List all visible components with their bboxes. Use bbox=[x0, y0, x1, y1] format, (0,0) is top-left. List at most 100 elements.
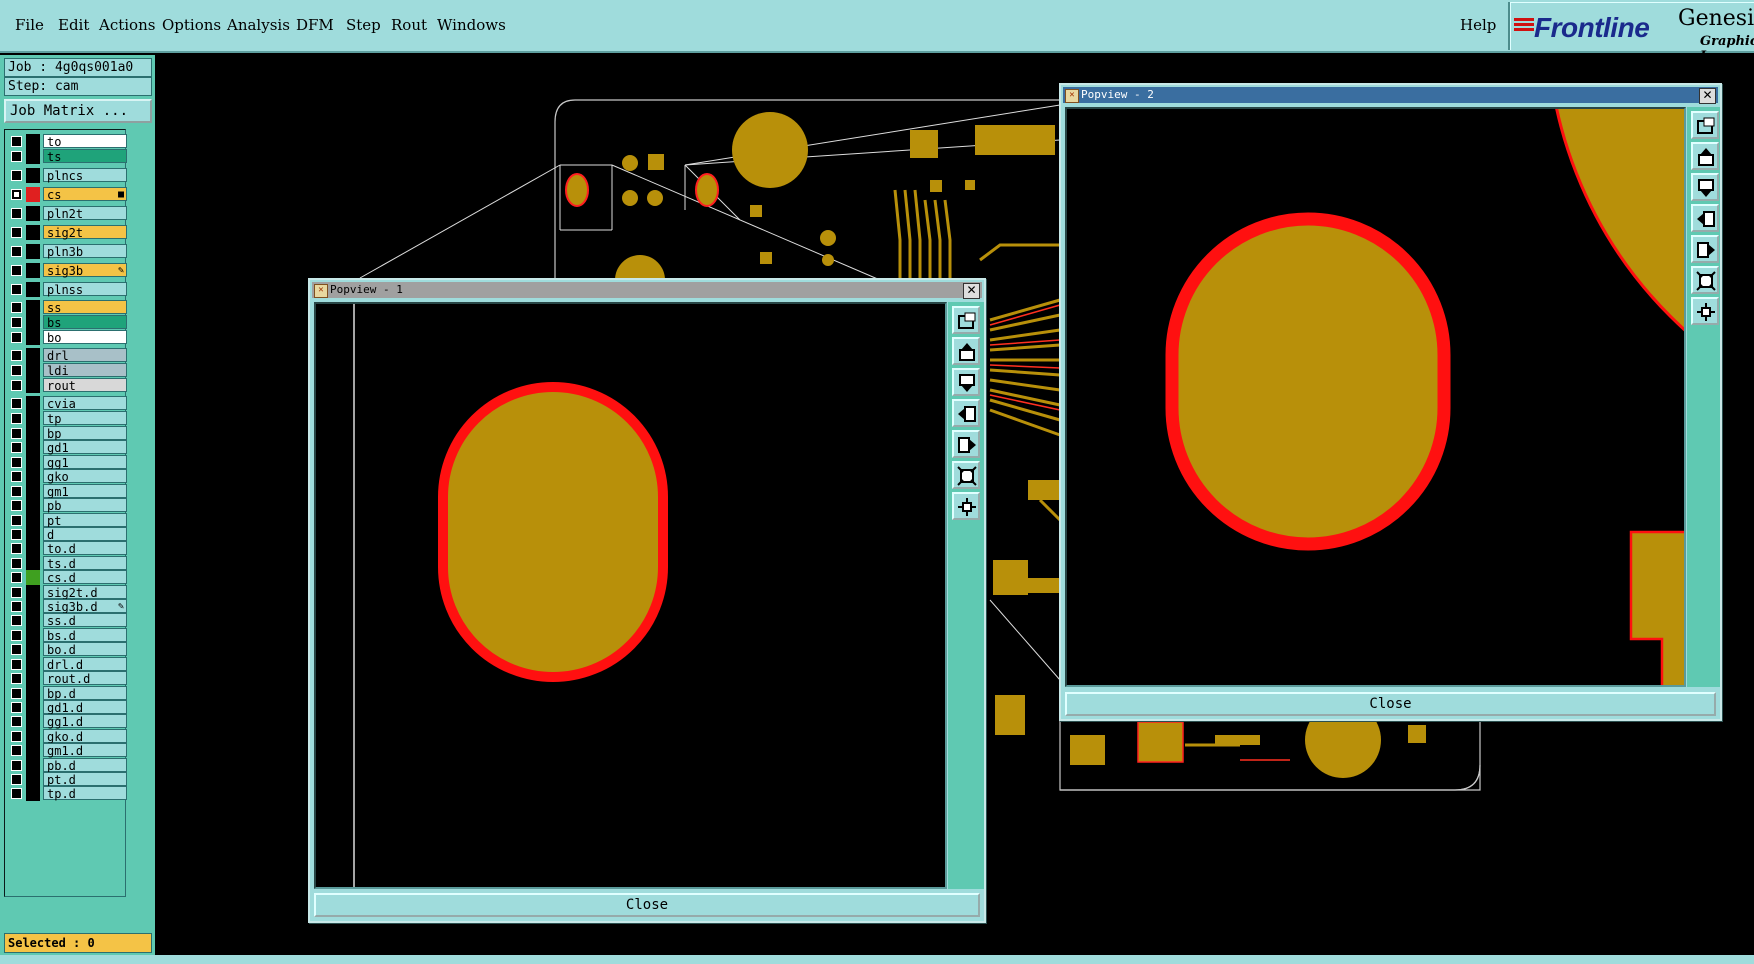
layer-row-ss-d[interactable]: ss.d bbox=[7, 613, 127, 628]
layer-color-swatch[interactable] bbox=[26, 556, 40, 571]
layer-row-pb-d[interactable]: pb.d bbox=[7, 758, 127, 773]
layer-color-swatch[interactable] bbox=[26, 657, 40, 672]
menu-file[interactable]: File bbox=[15, 16, 44, 34]
layer-checkbox[interactable] bbox=[11, 136, 22, 147]
layer-checkbox[interactable] bbox=[11, 716, 22, 727]
layer-color-swatch[interactable] bbox=[26, 758, 40, 773]
zoom-out-button[interactable] bbox=[952, 461, 980, 489]
layer-row-gg1[interactable]: gg1 bbox=[7, 455, 127, 470]
layer-row-bp-d[interactable]: bp.d bbox=[7, 686, 127, 701]
layer-name[interactable]: gg1.d bbox=[43, 714, 127, 729]
layer-name[interactable]: bp.d bbox=[43, 686, 127, 701]
layer-name[interactable]: to bbox=[43, 134, 127, 149]
layer-checkbox[interactable] bbox=[11, 788, 22, 799]
layer-checkbox[interactable] bbox=[11, 284, 22, 295]
layer-name[interactable]: rout.d bbox=[43, 671, 127, 686]
layer-row-bs[interactable]: bs bbox=[7, 315, 127, 330]
layer-color-swatch[interactable] bbox=[26, 378, 40, 393]
layer-name[interactable]: gko bbox=[43, 469, 127, 484]
layer-checkbox[interactable] bbox=[11, 170, 22, 181]
layer-color-swatch[interactable] bbox=[26, 686, 40, 701]
layer-color-swatch[interactable] bbox=[26, 315, 40, 330]
layer-checkbox[interactable] bbox=[11, 731, 22, 742]
layer-name[interactable]: pb bbox=[43, 498, 127, 513]
layer-checkbox[interactable] bbox=[11, 332, 22, 343]
layer-name[interactable]: bo.d bbox=[43, 642, 127, 657]
layer-color-swatch[interactable] bbox=[26, 541, 40, 556]
layer-name[interactable]: pln2t bbox=[43, 206, 127, 221]
layer-name[interactable]: to.d bbox=[43, 541, 127, 556]
layer-color-swatch[interactable] bbox=[26, 455, 40, 470]
layer-color-swatch[interactable] bbox=[26, 300, 40, 315]
layer-name[interactable]: gko.d bbox=[43, 729, 127, 744]
job-matrix-button[interactable]: Job Matrix ... bbox=[4, 99, 152, 123]
layer-row-ts[interactable]: ts bbox=[7, 149, 127, 164]
layer-name[interactable]: bs.d bbox=[43, 628, 127, 643]
pan-right-button[interactable] bbox=[1691, 235, 1719, 263]
layer-checkbox[interactable] bbox=[11, 572, 22, 583]
close-icon[interactable]: ✕ bbox=[963, 283, 980, 299]
layer-row-to[interactable]: to bbox=[7, 134, 127, 149]
layer-row-gko-d[interactable]: gko.d bbox=[7, 729, 127, 744]
layer-name[interactable]: pln3b bbox=[43, 244, 127, 259]
layer-row-to-d[interactable]: to.d bbox=[7, 541, 127, 556]
layer-color-swatch[interactable] bbox=[26, 700, 40, 715]
layer-name[interactable]: ts.d bbox=[43, 556, 127, 571]
layer-color-swatch[interactable] bbox=[26, 282, 40, 297]
layer-checkbox[interactable] bbox=[11, 302, 22, 313]
layer-checkbox[interactable] bbox=[11, 745, 22, 756]
layer-row-gg1-d[interactable]: gg1.d bbox=[7, 714, 127, 729]
layer-name[interactable]: rout bbox=[43, 378, 127, 393]
layer-name[interactable]: drl.d bbox=[43, 657, 127, 672]
layer-row-tp[interactable]: tp bbox=[7, 411, 127, 426]
layer-name[interactable]: gd1.d bbox=[43, 700, 127, 715]
layer-checkbox[interactable] bbox=[11, 558, 22, 569]
layer-name[interactable]: bs bbox=[43, 315, 127, 330]
layer-checkbox[interactable] bbox=[11, 471, 22, 482]
layer-checkbox[interactable] bbox=[11, 457, 22, 468]
pan-left-button[interactable] bbox=[1691, 204, 1719, 232]
layer-row-gd1[interactable]: gd1 bbox=[7, 440, 127, 455]
layer-checkbox[interactable] bbox=[11, 688, 22, 699]
layer-row-d[interactable]: d bbox=[7, 527, 127, 542]
layer-checkbox[interactable] bbox=[11, 529, 22, 540]
layer-row-gko[interactable]: gko bbox=[7, 469, 127, 484]
close-icon[interactable]: ✕ bbox=[1699, 88, 1716, 104]
layer-name[interactable]: plnss bbox=[43, 282, 127, 297]
layer-name[interactable]: cs.d bbox=[43, 570, 127, 585]
layer-checkbox[interactable] bbox=[11, 151, 22, 162]
menu-step[interactable]: Step bbox=[346, 16, 381, 34]
layer-row-gd1-d[interactable]: gd1.d bbox=[7, 700, 127, 715]
layer-checkbox[interactable] bbox=[11, 265, 22, 276]
popview-2-close-button[interactable]: Close bbox=[1065, 692, 1716, 716]
layer-name[interactable]: gm1 bbox=[43, 484, 127, 499]
layer-color-swatch[interactable] bbox=[26, 613, 40, 628]
layer-color-swatch[interactable] bbox=[26, 263, 40, 278]
layer-row-pt[interactable]: pt bbox=[7, 513, 127, 528]
layer-row-rout[interactable]: rout bbox=[7, 378, 127, 393]
layer-row-ldi[interactable]: ldi bbox=[7, 363, 127, 378]
layer-checkbox[interactable] bbox=[11, 189, 22, 200]
layer-checkbox[interactable] bbox=[11, 630, 22, 641]
layer-checkbox[interactable] bbox=[11, 587, 22, 598]
layer-color-swatch[interactable] bbox=[26, 642, 40, 657]
layer-name[interactable]: bp bbox=[43, 426, 127, 441]
layer-row-pb[interactable]: pb bbox=[7, 498, 127, 513]
zoom-window-button[interactable] bbox=[1691, 111, 1719, 139]
layer-row-bo-d[interactable]: bo.d bbox=[7, 642, 127, 657]
layer-name[interactable]: gm1.d bbox=[43, 743, 127, 758]
popview-1-close-button[interactable]: Close bbox=[314, 893, 980, 917]
layer-color-swatch[interactable] bbox=[26, 671, 40, 686]
layer-checkbox[interactable] bbox=[11, 543, 22, 554]
layer-row-cs[interactable]: cs ■ bbox=[7, 187, 127, 202]
layer-color-swatch[interactable] bbox=[26, 527, 40, 542]
menu-options[interactable]: Options bbox=[162, 16, 221, 34]
layer-checkbox[interactable] bbox=[11, 246, 22, 257]
layer-row-ts-d[interactable]: ts.d bbox=[7, 556, 127, 571]
layer-color-swatch[interactable] bbox=[26, 411, 40, 426]
layer-name[interactable]: tp.d bbox=[43, 786, 127, 801]
layer-name[interactable]: plncs bbox=[43, 168, 127, 183]
layer-color-swatch[interactable] bbox=[26, 714, 40, 729]
layer-checkbox[interactable] bbox=[11, 673, 22, 684]
popview-2-titlebar[interactable]: ✕ Popview - 2 ✕ bbox=[1063, 87, 1718, 104]
